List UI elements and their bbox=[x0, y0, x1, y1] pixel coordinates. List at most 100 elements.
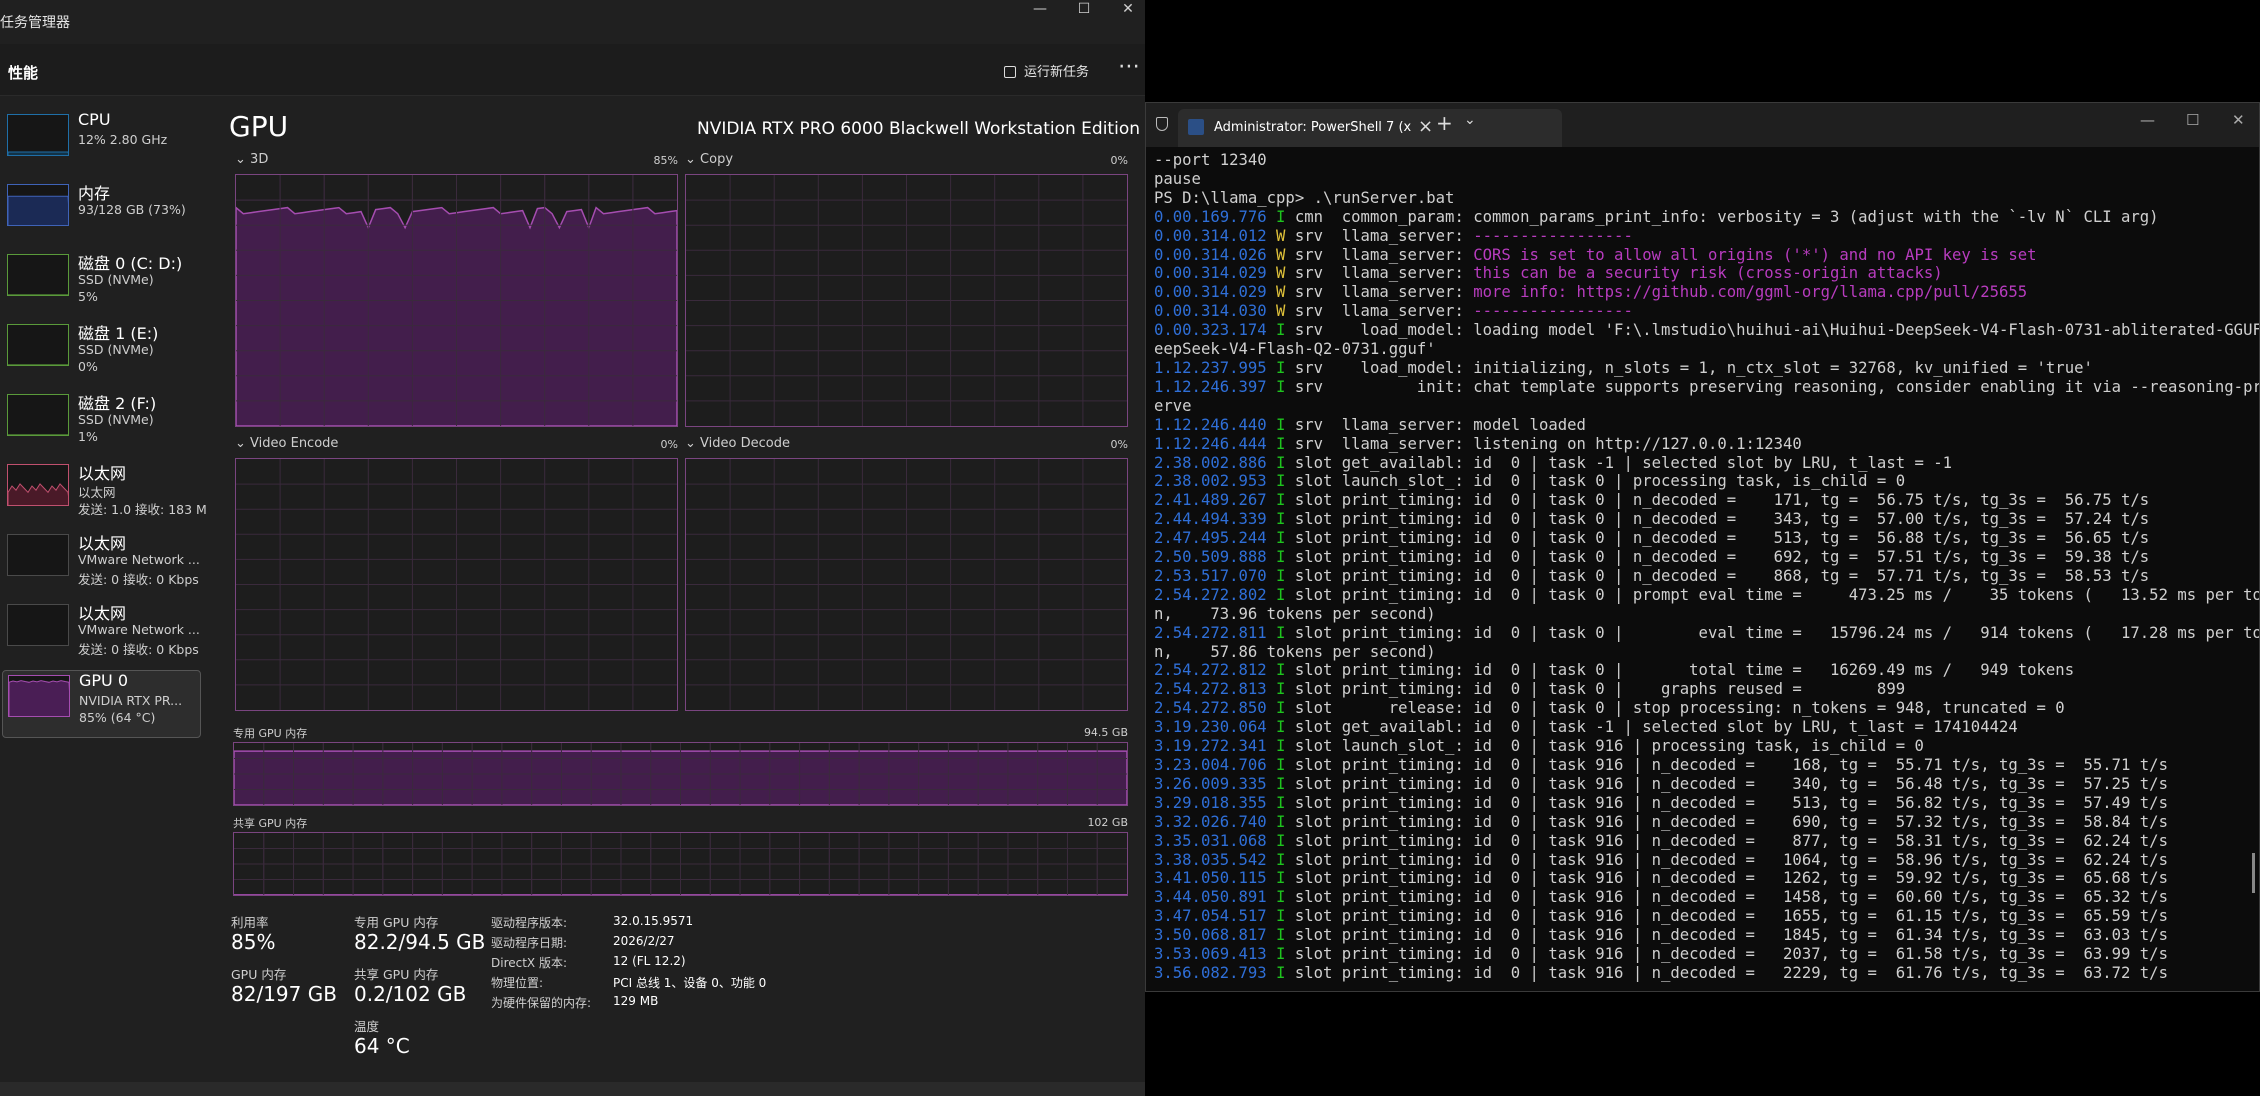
log-level: I bbox=[1266, 548, 1295, 567]
log-message: id 0 | task 916 | n_decoded = 168, tg = … bbox=[1463, 756, 2168, 774]
log-timestamp: 0.00.314.029 bbox=[1154, 283, 1267, 302]
terminal-line: pause bbox=[1154, 170, 2244, 189]
close-icon[interactable]: ✕ bbox=[2232, 111, 2245, 129]
terminal-line: 2.38.002.886 I slot get_availabl: id 0 |… bbox=[1154, 454, 2244, 473]
log-level: I bbox=[1266, 699, 1295, 718]
log-timestamp: 2.54.272.811 bbox=[1154, 623, 1267, 642]
engine-pct-copy: 0% bbox=[1110, 154, 1128, 167]
log-level: I bbox=[1266, 491, 1295, 510]
shield-icon bbox=[1156, 117, 1168, 131]
log-message: id 0 | task 0 | n_decoded = 868, tg = 57… bbox=[1463, 566, 2150, 585]
terminal-line: n, 57.86 tokens per second) bbox=[1154, 643, 2244, 662]
log-timestamp: 2.54.272.813 bbox=[1154, 680, 1267, 699]
sidebar-item-name: 以太网 bbox=[78, 534, 127, 553]
log-message: id 0 | task 0 | graphs reused = 899 bbox=[1463, 680, 1906, 699]
thumbnail-area bbox=[8, 364, 68, 365]
log-level: I bbox=[1266, 358, 1295, 377]
sidebar-item-1[interactable]: 内存 93/128 GB (73%) bbox=[2, 180, 201, 248]
log-message: id 0 | task 0 | n_decoded = 513, tg = 56… bbox=[1463, 529, 2150, 548]
maximize-icon[interactable]: ☐ bbox=[1062, 0, 1106, 20]
log-source: slot print_timing: bbox=[1294, 566, 1464, 585]
engine-label-video-encode[interactable]: ⌄ Video Encode bbox=[235, 436, 338, 451]
log-source: srv llama_server: bbox=[1294, 226, 1464, 245]
chevron-down-icon[interactable]: ⌄ bbox=[1464, 112, 1476, 128]
log-source: slot get_availabl: bbox=[1294, 718, 1464, 737]
log-source: srv llama_server: bbox=[1294, 302, 1464, 321]
log-source: slot launch_slot_: bbox=[1294, 472, 1464, 491]
log-source: slot print_timing: bbox=[1294, 680, 1464, 699]
close-icon[interactable]: ✕ bbox=[1106, 0, 1145, 20]
log-message: id 0 | task 916 | n_decoded = 1845, tg =… bbox=[1463, 926, 2168, 945]
terminal-tab[interactable]: Administrator: PowerShell 7 (x × bbox=[1178, 109, 1562, 147]
log-source: cmn common_param: bbox=[1294, 207, 1464, 226]
thumbnail-area bbox=[9, 680, 69, 716]
powershell-icon bbox=[1188, 119, 1204, 135]
engine-name: Video Decode bbox=[700, 436, 790, 451]
close-tab-icon[interactable]: × bbox=[1418, 116, 1433, 137]
sidebar-item-8[interactable]: GPU 0 NVIDIA RTX PR... 85% (64 °C) bbox=[2, 670, 201, 738]
line-text: --port 12340 bbox=[1154, 151, 1267, 169]
sidebar-item-7[interactable]: 以太网 VMware Network ... 发送: 0 接收: 0 Kbps bbox=[2, 600, 201, 668]
log-timestamp: 1.12.246.440 bbox=[1154, 415, 1267, 434]
log-timestamp: 2.44.494.339 bbox=[1154, 510, 1267, 529]
sidebar-thumbnail-graph bbox=[7, 534, 69, 576]
sidebar-item-name: 磁盘 1 (E:) bbox=[78, 324, 159, 343]
more-options-icon[interactable]: ⋯ bbox=[1118, 54, 1140, 79]
log-source: srv llama_server: bbox=[1294, 283, 1464, 302]
terminal-line: 2.41.489.267 I slot print_timing: id 0 |… bbox=[1154, 491, 2244, 510]
terminal-line: 2.54.272.802 I slot print_timing: id 0 |… bbox=[1154, 585, 2259, 605]
scrollbar-thumb[interactable] bbox=[2252, 853, 2255, 893]
thumbnail-area bbox=[8, 434, 68, 435]
graph-svg bbox=[686, 459, 1127, 710]
engine-label-3d[interactable]: ⌄ 3D bbox=[235, 152, 268, 167]
minimize-icon[interactable]: — bbox=[2140, 111, 2155, 129]
engine-label-copy[interactable]: ⌄ Copy bbox=[685, 152, 733, 167]
terminal-line: eepSeek-V4-Flash-Q2-0731.gguf' bbox=[1154, 340, 2244, 359]
minimize-icon[interactable]: — bbox=[1018, 0, 1062, 20]
chevron-down-icon: ⌄ bbox=[685, 152, 696, 167]
terminal-line: 3.23.004.706 I slot print_timing: id 0 |… bbox=[1154, 756, 2244, 775]
terminal-line: 3.47.054.517 I slot print_timing: id 0 |… bbox=[1154, 907, 2244, 926]
log-timestamp: 2.54.272.812 bbox=[1154, 661, 1267, 680]
sidebar-item-5[interactable]: 以太网 以太网 发送: 1.0 接收: 183 Mb bbox=[2, 460, 206, 528]
line-text: n, 73.96 tokens per second) bbox=[1154, 604, 1436, 623]
engine-label-video-decode[interactable]: ⌄ Video Decode bbox=[685, 436, 790, 451]
sidebar-item-2[interactable]: 磁盘 0 (C: D:) SSD (NVMe) 5% bbox=[2, 250, 201, 318]
maximize-icon[interactable]: ☐ bbox=[2186, 111, 2199, 129]
info-value: 129 MB bbox=[613, 994, 659, 1008]
log-level: W bbox=[1266, 245, 1295, 264]
log-message: id 0 | task 916 | processing task, is_ch… bbox=[1463, 737, 1924, 756]
log-level: I bbox=[1266, 585, 1295, 604]
run-new-task-button[interactable]: 运行新任务 bbox=[1004, 61, 1089, 80]
terminal-line: 3.35.031.068 I slot print_timing: id 0 |… bbox=[1154, 832, 2244, 851]
sidebar-item-3[interactable]: 磁盘 1 (E:) SSD (NVMe) 0% bbox=[2, 320, 201, 388]
util-label: 利用率 bbox=[231, 915, 269, 930]
terminal-line: 2.53.517.070 I slot print_timing: id 0 |… bbox=[1154, 567, 2244, 586]
terminal-output[interactable]: --port 12340 pause PS D:\llama_cpp> .\runS… bbox=[1154, 151, 2259, 983]
sidebar-item-4[interactable]: 磁盘 2 (F:) SSD (NVMe) 1% bbox=[2, 390, 201, 458]
log-timestamp: 0.00.314.026 bbox=[1154, 245, 1267, 264]
sidebar-item-name: 以太网 bbox=[78, 604, 127, 623]
log-timestamp: 3.19.272.341 bbox=[1154, 737, 1267, 756]
graph-svg bbox=[234, 743, 1127, 805]
log-message: id 0 | task -1 | selected slot by LRU, t… bbox=[1463, 718, 2018, 737]
log-level: I bbox=[1266, 661, 1295, 680]
log-source: slot print_timing: bbox=[1294, 888, 1464, 907]
thumbnail-svg bbox=[8, 294, 68, 295]
new-tab-icon[interactable]: + bbox=[1436, 111, 1453, 135]
log-message: id 0 | task 916 | n_decoded = 690, tg = … bbox=[1463, 812, 2168, 831]
sidebar-item-name: 内存 bbox=[78, 184, 111, 203]
log-timestamp: 3.35.031.068 bbox=[1154, 831, 1267, 850]
log-source: slot print_timing: bbox=[1294, 963, 1464, 982]
thumbnail-svg bbox=[8, 605, 69, 646]
gpu-title: GPU bbox=[229, 110, 289, 143]
log-timestamp: 3.47.054.517 bbox=[1154, 907, 1267, 926]
log-level: I bbox=[1266, 850, 1295, 869]
log-level: I bbox=[1266, 377, 1295, 396]
terminal-line: 2.47.495.244 I slot print_timing: id 0 |… bbox=[1154, 529, 2244, 548]
log-timestamp: 3.56.082.793 bbox=[1154, 963, 1267, 982]
log-source: slot print_timing: bbox=[1294, 831, 1464, 850]
thumbnail-svg bbox=[8, 483, 68, 505]
sidebar-item-0[interactable]: CPU 12% 2.80 GHz bbox=[2, 110, 201, 178]
sidebar-item-6[interactable]: 以太网 VMware Network ... 发送: 0 接收: 0 Kbps bbox=[2, 530, 201, 598]
